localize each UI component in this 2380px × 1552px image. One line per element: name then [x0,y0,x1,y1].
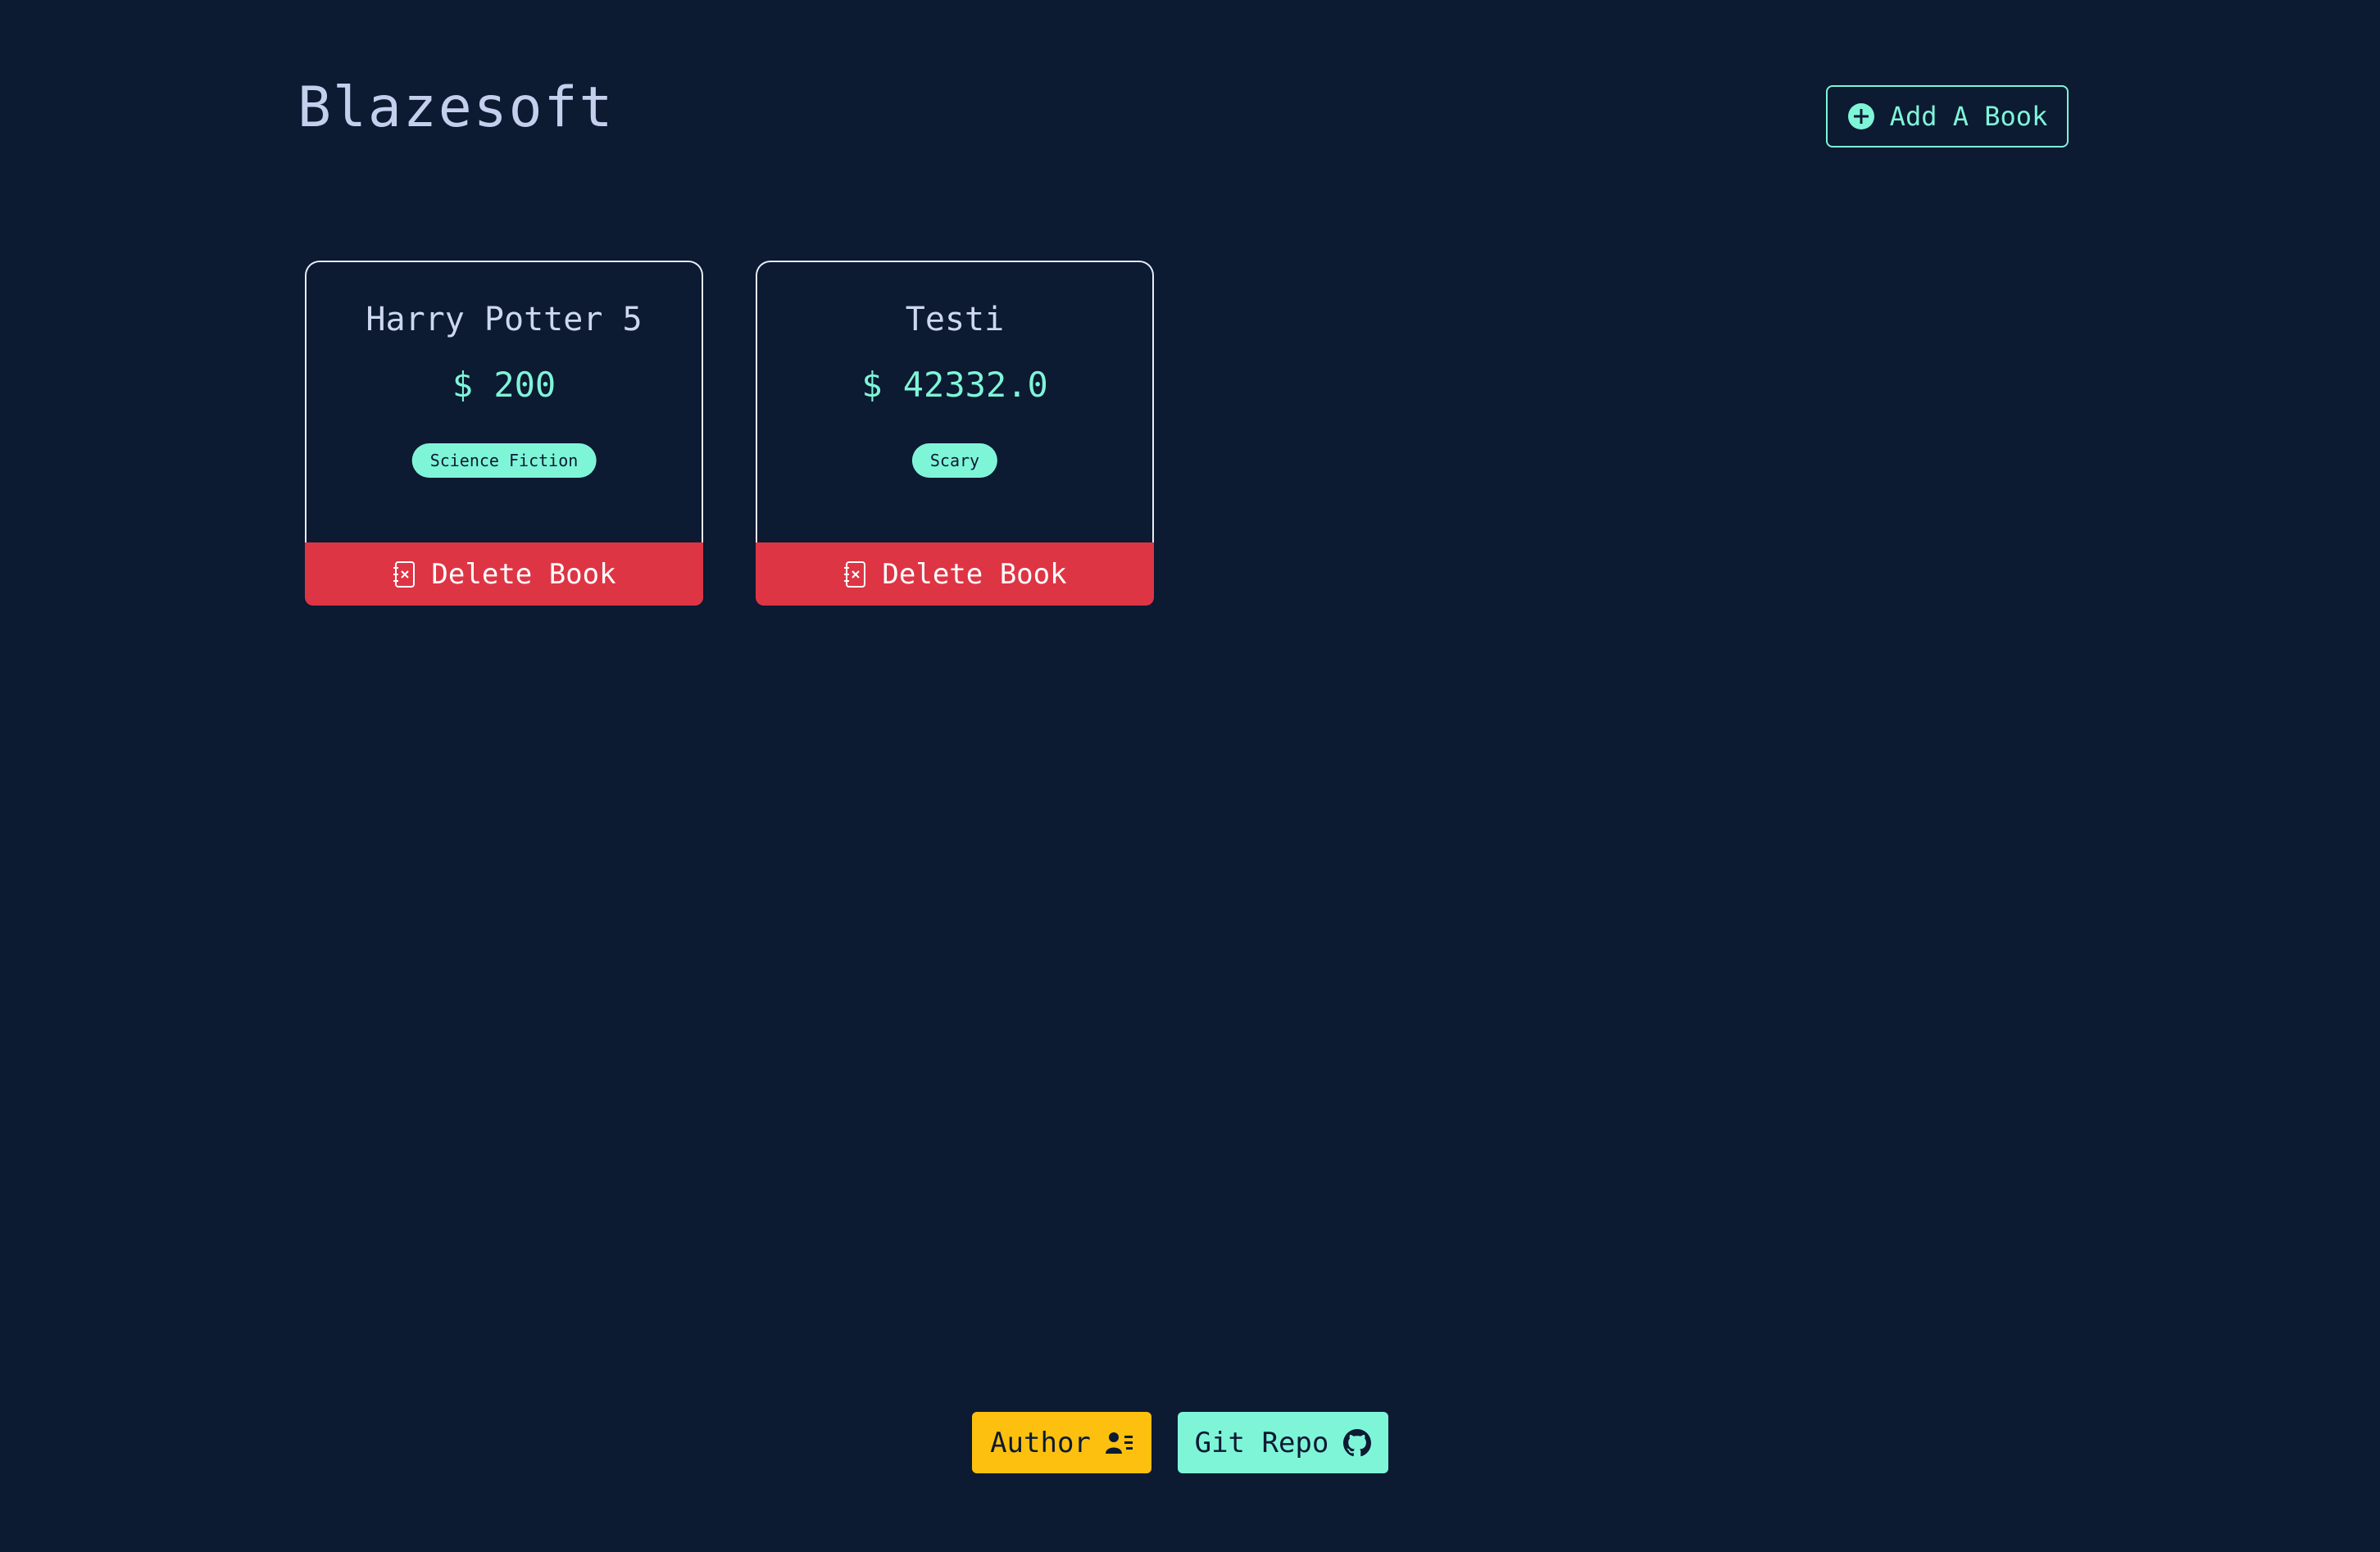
book-price: $ 200 [452,365,556,405]
journal-x-icon [392,560,416,588]
git-repo-label: Git Repo [1194,1426,1329,1459]
add-book-button[interactable]: Add A Book [1826,85,2069,147]
book-card-body: Testi $ 42332.0 Scary [756,261,1154,542]
book-card-body: Harry Potter 5 $ 200 Science Fiction [305,261,703,542]
github-icon [1343,1428,1372,1457]
delete-book-label: Delete Book [882,557,1067,591]
person-lines-icon [1105,1431,1133,1455]
delete-book-button[interactable]: Delete Book [305,542,703,606]
plus-circle-icon [1847,102,1875,130]
book-title: Testi [905,301,1005,338]
genre-badge: Science Fiction [411,443,597,478]
book-price: $ 42332.0 [861,365,1048,405]
book-title: Harry Potter 5 [366,301,643,338]
journal-x-icon [843,560,867,588]
delete-book-button[interactable]: Delete Book [756,542,1154,606]
genre-badge: Scary [911,443,998,478]
delete-book-label: Delete Book [431,557,616,591]
author-button[interactable]: Author [972,1412,1151,1473]
author-label: Author [990,1426,1091,1459]
book-card: Harry Potter 5 $ 200 Science Fiction Del… [305,261,703,606]
book-card: Testi $ 42332.0 Scary Delete Book [756,261,1154,606]
add-book-label: Add A Book [1889,101,2048,132]
app-title: Blazesoft [298,75,615,140]
git-repo-button[interactable]: Git Repo [1178,1412,1388,1473]
